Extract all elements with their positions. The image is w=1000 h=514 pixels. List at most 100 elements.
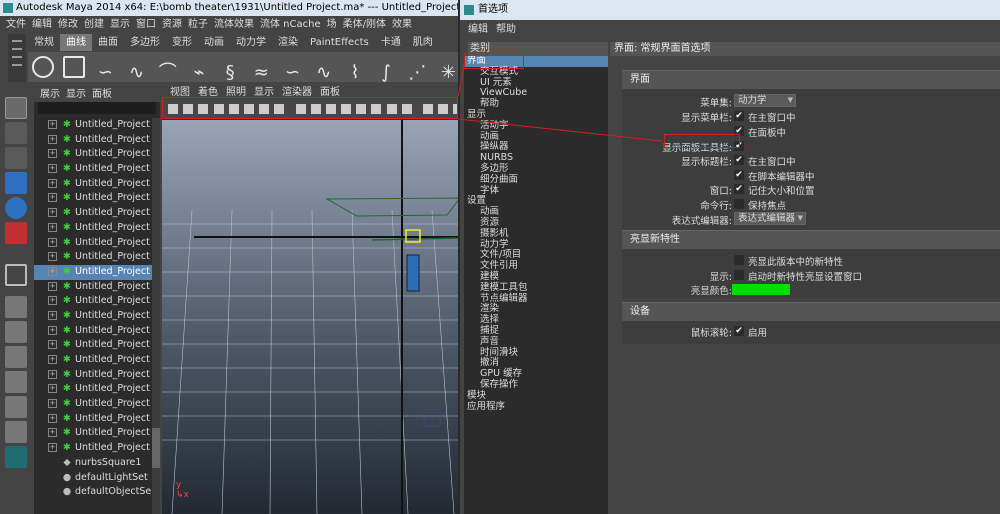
menubar-main-window-checkbox[interactable]: ✔ — [734, 111, 744, 121]
expand-icon[interactable]: + — [48, 399, 57, 409]
insert-knot-icon[interactable]: ✳ — [437, 62, 459, 82]
arc-icon[interactable]: ⌁ — [188, 62, 210, 82]
expand-icon[interactable]: + — [48, 120, 57, 129]
category-item[interactable]: 声音 — [464, 336, 608, 348]
outliner-search-field[interactable] — [38, 102, 156, 114]
expand-icon[interactable]: + — [48, 178, 57, 188]
outliner-menu-item[interactable]: 显示 — [66, 89, 86, 100]
expand-icon[interactable]: + — [48, 252, 57, 262]
expression-editor-dropdown[interactable]: 表达式编辑器 ▼ — [734, 212, 806, 225]
outliner-scroll-thumb[interactable] — [152, 428, 160, 468]
shelf-tab[interactable]: 渲染 — [272, 34, 304, 51]
category-item[interactable]: 模块 — [464, 390, 608, 402]
expand-icon[interactable]: + — [48, 325, 57, 335]
expand-icon[interactable]: + — [48, 237, 57, 247]
outliner-row[interactable]: + ✱ Untitled_Project — [34, 250, 152, 265]
move-tool-icon[interactable] — [5, 172, 27, 194]
curve-tool-icon[interactable]: § — [219, 62, 241, 82]
shelf-tab[interactable]: 动画 — [198, 34, 230, 51]
fillet-curve-icon[interactable]: ∫ — [375, 62, 397, 82]
persp-outliner-layout-icon[interactable] — [5, 346, 27, 368]
outliner-row[interactable]: +◆nurbsSquare1 — [34, 456, 152, 471]
menu-item[interactable]: 场 — [327, 16, 337, 33]
cv-curve-icon[interactable]: ∽ — [94, 62, 116, 82]
remember-size-checkbox[interactable]: ✔ — [734, 184, 744, 194]
extend-curve-icon[interactable]: ⋰ — [406, 62, 428, 82]
keep-focus-checkbox[interactable] — [734, 199, 744, 209]
shelf-tab[interactable]: 曲线 — [60, 34, 92, 51]
last-tool-icon[interactable] — [5, 264, 27, 286]
outliner-row[interactable]: + ✱ Untitled_Project — [34, 206, 152, 221]
menu-item[interactable]: 效果 — [392, 16, 412, 33]
select-tool-icon[interactable] — [5, 97, 27, 119]
titlebar-main-window-checkbox[interactable]: ✔ — [734, 155, 744, 165]
persp-graph-layout-icon[interactable] — [5, 371, 27, 393]
nurbs-square-curve[interactable] — [325, 197, 462, 217]
hypershade-layout-icon[interactable] — [5, 396, 27, 418]
shelf-options-handle[interactable] — [8, 34, 26, 82]
expand-icon[interactable]: + — [48, 428, 57, 438]
nurbs-circle-icon[interactable] — [32, 56, 54, 78]
rebuild-curve-icon[interactable]: ∽ — [282, 62, 304, 82]
expand-icon[interactable]: + — [48, 310, 57, 320]
expand-icon[interactable]: + — [48, 384, 57, 394]
menu-item[interactable]: 编辑 — [32, 16, 52, 33]
character-mesh[interactable] — [406, 254, 420, 292]
outliner-scrollbar[interactable] — [152, 118, 160, 514]
category-item[interactable]: 活动字 — [464, 120, 608, 132]
four-view-layout-icon[interactable] — [5, 321, 27, 343]
menu-item[interactable]: 窗口 — [136, 16, 156, 33]
menu-item[interactable]: 粒子 — [188, 16, 208, 33]
detach-curve-icon[interactable]: ⌇ — [344, 62, 366, 82]
outliner-row[interactable]: + ✱ Untitled_Project — [34, 412, 152, 427]
show-on-startup-checkbox[interactable] — [734, 270, 744, 280]
menu-item[interactable]: 流体 nCache — [260, 16, 321, 33]
outliner-row[interactable]: + ✱ Untitled_Project — [34, 264, 152, 280]
outliner-row[interactable]: +●defaultObjectSe — [34, 485, 152, 500]
shelf-tab[interactable]: 多边形 — [124, 34, 166, 51]
outliner-row[interactable]: + ✱ Untitled_Project — [34, 382, 152, 397]
shelf-tab[interactable]: 曲面 — [92, 34, 124, 51]
expand-icon[interactable]: + — [48, 355, 57, 364]
outliner-row[interactable]: + ✱ Untitled_Project — [34, 397, 152, 412]
expand-icon[interactable]: + — [48, 208, 57, 218]
shelf-tab[interactable]: PaintEffects — [304, 34, 375, 51]
outliner-menu-item[interactable]: 面板 — [92, 89, 112, 100]
outliner-row[interactable]: + ✱ Untitled_Project — [34, 353, 152, 368]
expand-icon[interactable]: + — [48, 340, 57, 350]
outliner-row[interactable]: + ✱ Untitled_Project — [34, 236, 152, 251]
outliner-layout-icon[interactable] — [5, 421, 27, 443]
outliner-row[interactable]: + ✱ Untitled_Project — [34, 147, 152, 162]
outliner-row[interactable]: + ✱ Untitled_Project — [34, 177, 152, 192]
menu-item[interactable]: 流体效果 — [214, 16, 254, 33]
menu-item[interactable]: 文件 — [6, 16, 26, 33]
outliner-row[interactable]: + ✱ Untitled_Project — [34, 280, 152, 295]
expand-icon[interactable]: + — [48, 149, 57, 159]
scene-curve[interactable] — [371, 237, 461, 241]
lasso-tool-icon[interactable] — [5, 122, 27, 144]
menu-set-dropdown[interactable]: 动力学 ▼ — [734, 94, 796, 107]
outliner-row[interactable]: + ✱ Untitled_Project — [34, 294, 152, 309]
shelf-tab[interactable]: 常规 — [28, 34, 60, 51]
menu-item[interactable]: 修改 — [58, 16, 78, 33]
single-view-layout-icon[interactable] — [5, 296, 27, 318]
outliner-row[interactable]: + ✱ Untitled_Project — [34, 426, 152, 441]
nurbs-square-icon[interactable] — [63, 56, 86, 78]
expand-icon[interactable]: + — [48, 134, 57, 144]
category-item[interactable]: 摄影机 — [464, 228, 608, 240]
outliner-row[interactable]: + ✱ Untitled_Project — [34, 162, 152, 177]
expand-icon[interactable]: + — [48, 413, 57, 423]
rotate-tool-icon[interactable] — [5, 197, 27, 219]
outliner-row[interactable]: + ✱ Untitled_Project — [34, 221, 152, 236]
menu-item[interactable]: 创建 — [84, 16, 104, 33]
shelf-tab[interactable]: 卡通 — [375, 34, 407, 51]
expand-icon[interactable]: + — [48, 266, 57, 276]
perspective-viewport[interactable]: y ↳x — [162, 120, 462, 514]
preferences-menu-item[interactable]: 编辑 — [468, 24, 488, 35]
expand-icon[interactable]: + — [48, 164, 57, 174]
mouse-wheel-checkbox[interactable]: ✔ — [734, 326, 744, 336]
shelf-tab[interactable]: 变形 — [166, 34, 198, 51]
outliner-menu-item[interactable]: 展示 — [40, 89, 60, 100]
outliner-row[interactable]: + ✱ Untitled_Project — [34, 133, 152, 148]
preferences-menu-item[interactable]: 帮助 — [496, 24, 516, 35]
